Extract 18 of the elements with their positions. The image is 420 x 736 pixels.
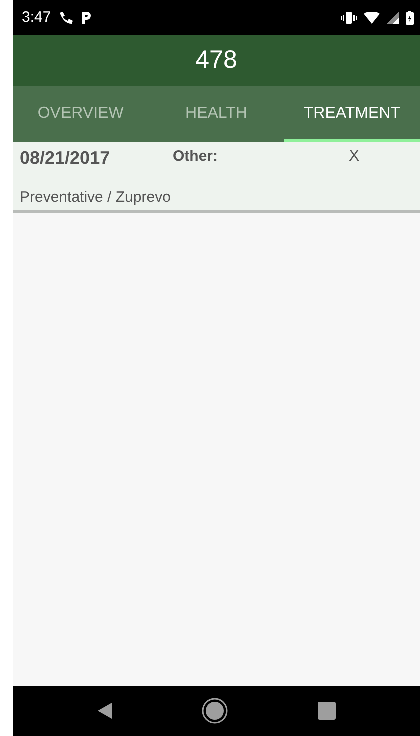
signal-icon — [387, 12, 399, 24]
vibrate-icon — [341, 12, 357, 24]
treatment-type-label: Other: — [173, 148, 219, 165]
tab[interactable]: HEALTH — [148, 86, 284, 142]
phone-icon — [58, 10, 74, 24]
recents-icon[interactable] — [318, 702, 336, 720]
tab[interactable]: OVERVIEW — [13, 86, 149, 142]
treatment-date: 08/21/2017 — [20, 148, 112, 169]
treatment-value: X — [349, 148, 360, 166]
back-icon[interactable] — [98, 703, 112, 719]
home-icon[interactable] — [202, 698, 228, 724]
status-time: 3:47 — [22, 9, 52, 26]
parking-icon — [81, 10, 92, 24]
battery-icon — [406, 10, 414, 24]
wifi-icon — [364, 12, 380, 24]
treatment-row[interactable]: 08/21/2017 Other: X Preventative / Zuprevo — [13, 142, 420, 213]
treatment-description: Preventative / Zuprevo — [20, 189, 172, 208]
screen-title: 478 — [196, 46, 238, 75]
